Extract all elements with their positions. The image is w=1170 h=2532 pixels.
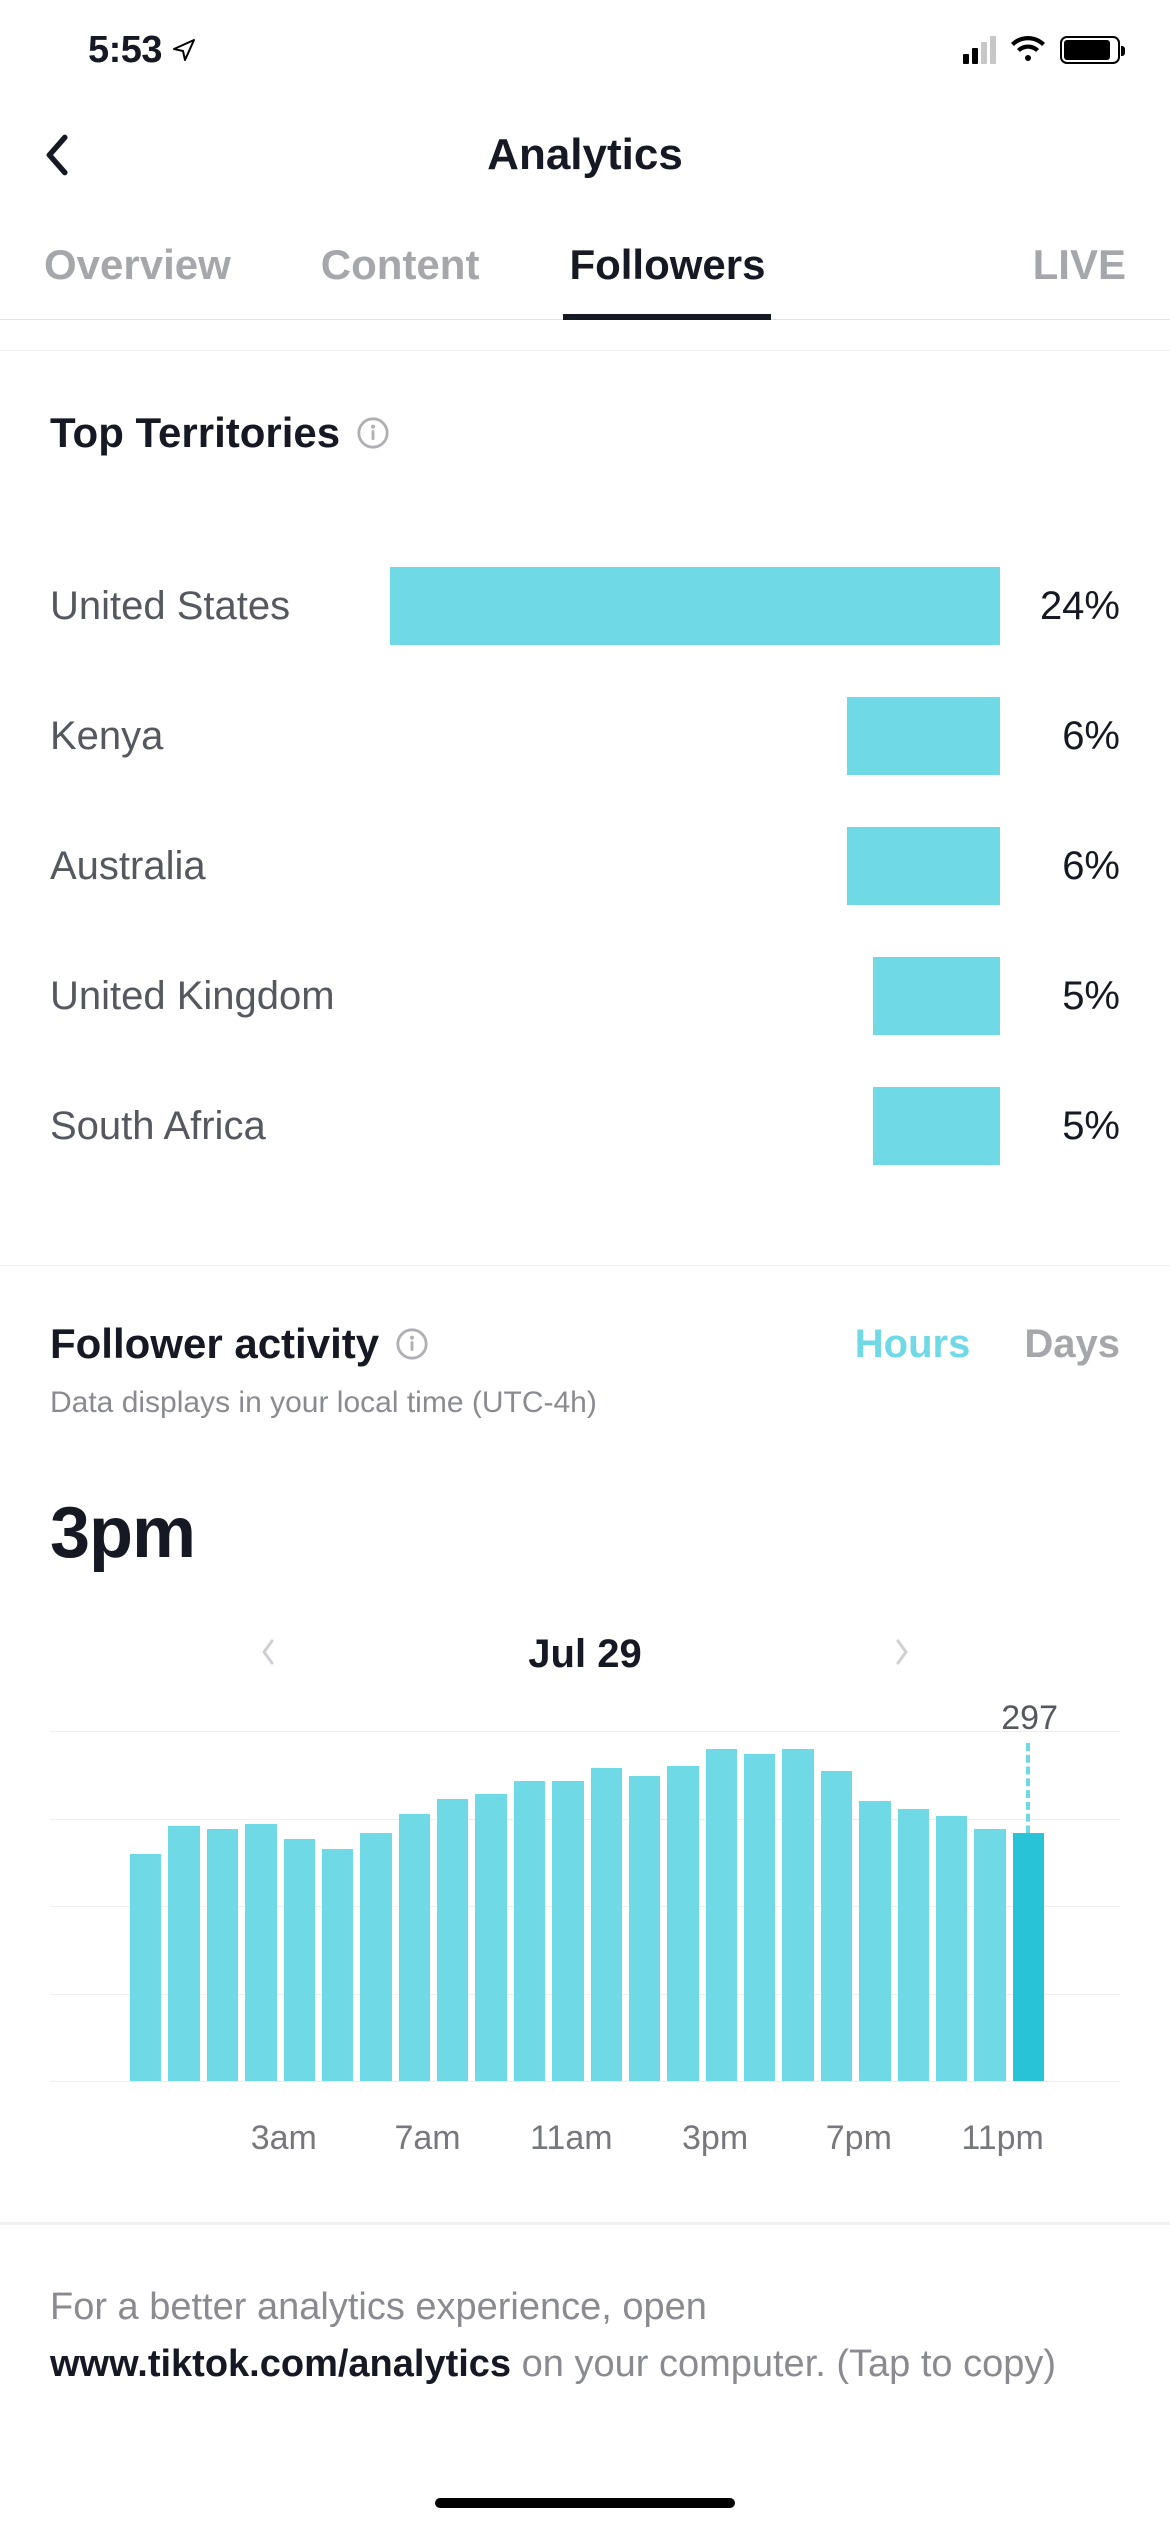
chart-bar[interactable] (744, 1754, 775, 2081)
date-pager: Jul 29 (50, 1632, 1120, 1677)
territory-row: South Africa 5% (50, 1087, 1120, 1165)
unit-toggle: Hours Days (855, 1322, 1120, 1367)
status-time: 5:53 (88, 29, 196, 72)
territory-bar-wrap (370, 697, 1000, 775)
chart-bar[interactable] (667, 1766, 698, 2081)
tab-live[interactable]: LIVE (1033, 210, 1126, 319)
x-tick-label: 7am (356, 2119, 500, 2158)
x-tick-label: 3am (212, 2119, 356, 2158)
tab-content[interactable]: Content (321, 210, 480, 319)
territory-bar (873, 957, 1000, 1035)
chart-bar[interactable] (782, 1749, 813, 2081)
cellular-signal-icon (963, 36, 996, 64)
tab-overview[interactable]: Overview (44, 210, 231, 319)
chart-bar[interactable] (1013, 1833, 1044, 2081)
chart-bar[interactable] (706, 1749, 737, 2081)
chart-bar[interactable] (207, 1829, 238, 2081)
tip-prefix: For a better analytics experience, open (50, 2286, 707, 2328)
selected-time-label: 3pm (50, 1492, 1120, 1574)
chart-bar[interactable] (821, 1771, 852, 2081)
chart-bar[interactable] (475, 1794, 506, 2081)
territory-name: South Africa (50, 1104, 370, 1149)
follower-activity-title: Follower activity (50, 1320, 379, 1368)
follower-activity-header: Follower activity Hours Days (50, 1266, 1120, 1368)
unit-days[interactable]: Days (1024, 1322, 1120, 1367)
next-day-button[interactable] (892, 1634, 912, 1676)
territory-name: United Kingdom (50, 974, 370, 1019)
follower-activity-section: Follower activity Hours Days Data displa… (0, 1266, 1170, 2222)
chart-bar[interactable] (974, 1829, 1005, 2081)
prev-day-button[interactable] (258, 1634, 278, 1676)
territory-pct: 5% (1000, 974, 1120, 1019)
territory-pct: 24% (1000, 584, 1120, 629)
territory-bar-wrap (370, 827, 1000, 905)
x-tick-label: 7pm (787, 2119, 931, 2158)
top-territories-section: Top Territories United States24%Kenya6%A… (0, 350, 1170, 1266)
location-services-icon (172, 38, 196, 62)
territory-row: United Kingdom 5% (50, 957, 1120, 1035)
wifi-icon (1008, 35, 1048, 65)
territory-bar (847, 827, 1000, 905)
territory-pct: 5% (1000, 1104, 1120, 1149)
follower-activity-subtitle: Data displays in your local time (UTC-4h… (50, 1386, 1120, 1420)
status-icons (963, 35, 1120, 65)
battery-icon (1060, 36, 1120, 64)
info-icon[interactable] (395, 1327, 429, 1361)
x-tick-label: 11am (499, 2119, 643, 2158)
chart-bar[interactable] (552, 1781, 583, 2081)
territory-bar (390, 567, 1000, 645)
chart-bar[interactable] (322, 1849, 353, 2081)
page-title: Analytics (487, 130, 683, 180)
territory-bar-wrap (370, 1087, 1000, 1165)
chart-bar[interactable] (168, 1826, 199, 2081)
chart-bar[interactable] (859, 1801, 890, 2081)
territory-bar (873, 1087, 1000, 1165)
top-territories-title: Top Territories (50, 409, 340, 457)
chart-bar[interactable] (591, 1768, 622, 2081)
chart-x-axis-labels: 3am7am11am3pm7pm11pm (50, 2081, 1120, 2222)
unit-hours[interactable]: Hours (855, 1322, 971, 1367)
x-tick-label: 3pm (643, 2119, 787, 2158)
back-button[interactable] (40, 133, 72, 177)
top-territories-title-row: Top Territories (50, 351, 1120, 457)
chart-bar[interactable] (898, 1809, 929, 2081)
status-bar: 5:53 (0, 0, 1170, 100)
chart-bar[interactable] (629, 1776, 660, 2081)
activity-bar-chart[interactable]: 297 (50, 1731, 1120, 2081)
territories-list: United States 24% Kenya 6% Australia 6% United… (50, 457, 1120, 1265)
territory-name: Australia (50, 844, 370, 889)
territory-name: United States (50, 584, 370, 629)
chart-bar[interactable] (130, 1854, 161, 2081)
territory-pct: 6% (1000, 714, 1120, 759)
chart-bar[interactable] (936, 1816, 967, 2081)
chart-bar[interactable] (514, 1781, 545, 2081)
status-time-text: 5:53 (88, 29, 162, 72)
chart-bar[interactable] (360, 1833, 391, 2081)
x-tick-label: 11pm (931, 2119, 1075, 2158)
page-header: Analytics (0, 100, 1170, 210)
tabs: Overview Content Followers LIVE (0, 210, 1170, 320)
chart-bar[interactable] (245, 1824, 276, 2081)
territory-bar-wrap (370, 567, 1000, 645)
info-icon[interactable] (356, 416, 390, 450)
analytics-tip[interactable]: For a better analytics experience, open … (0, 2222, 1170, 2483)
follower-activity-title-row: Follower activity (50, 1320, 429, 1368)
territory-bar (847, 697, 1000, 775)
chart-bar[interactable] (437, 1799, 468, 2081)
chart-bar[interactable] (399, 1814, 430, 2081)
territory-row: United States 24% (50, 567, 1120, 645)
tip-suffix: on your computer. (Tap to copy) (511, 2343, 1056, 2385)
chart-bar[interactable] (284, 1839, 315, 2081)
territory-pct: 6% (1000, 844, 1120, 889)
territory-bar-wrap (370, 957, 1000, 1035)
date-label: Jul 29 (528, 1632, 641, 1677)
territory-name: Kenya (50, 714, 370, 759)
territory-row: Australia 6% (50, 827, 1120, 905)
territory-row: Kenya 6% (50, 697, 1120, 775)
tab-followers[interactable]: Followers (569, 210, 765, 319)
tip-link: www.tiktok.com/analytics (50, 2343, 511, 2385)
home-indicator[interactable] (435, 2498, 735, 2508)
